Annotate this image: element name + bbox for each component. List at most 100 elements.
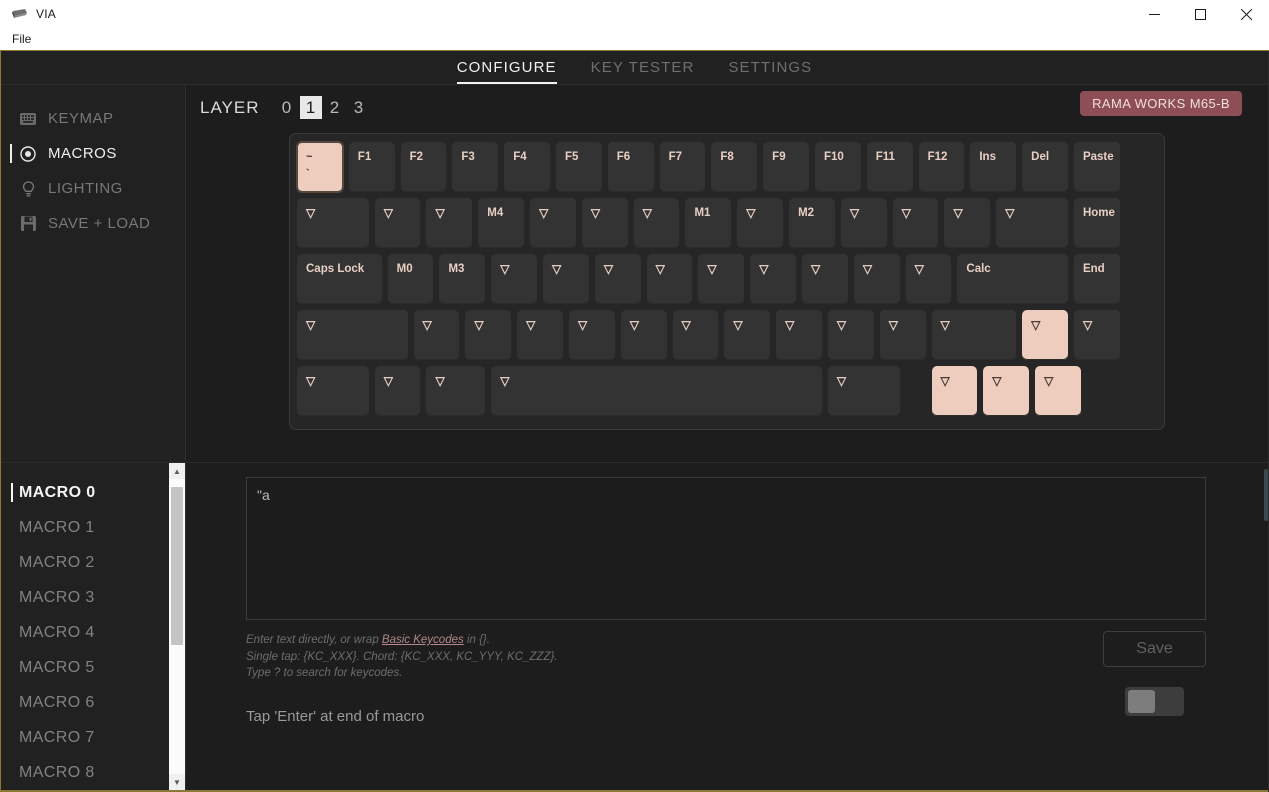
key[interactable]: ▽ xyxy=(853,254,900,304)
layer-button-3[interactable]: 3 xyxy=(348,96,370,119)
key[interactable]: ▽ xyxy=(840,198,887,248)
key[interactable]: ▽ xyxy=(1073,310,1120,360)
key[interactable]: ▽ xyxy=(646,254,693,304)
key[interactable]: ▽ xyxy=(892,198,939,248)
key[interactable]: M4 xyxy=(478,198,525,248)
key[interactable]: F2 xyxy=(400,142,447,192)
macro-list-item[interactable]: MACRO 5 xyxy=(1,650,185,685)
macro-list-item[interactable]: MACRO 3 xyxy=(1,580,185,615)
key[interactable]: ▽ xyxy=(827,366,900,416)
key[interactable]: ▽ xyxy=(374,198,421,248)
key[interactable]: ▽ xyxy=(297,198,369,248)
key[interactable]: ▽ xyxy=(530,198,576,248)
key[interactable]: F10 xyxy=(814,142,861,192)
key[interactable]: M2 xyxy=(789,198,835,248)
key[interactable]: ▽ xyxy=(465,310,512,360)
key[interactable]: ▽ xyxy=(672,310,719,360)
key[interactable]: ▽ xyxy=(750,254,797,304)
minimize-button[interactable] xyxy=(1131,0,1177,28)
macro-list-item[interactable]: MACRO 0 xyxy=(1,475,185,510)
key[interactable]: ▽ xyxy=(426,198,473,248)
macro-list-item[interactable]: MACRO 7 xyxy=(1,720,185,755)
tab-key-tester[interactable]: KEY TESTER xyxy=(591,59,695,84)
key[interactable]: ▽ xyxy=(543,254,589,304)
key[interactable]: Calc xyxy=(957,254,1068,304)
macro-list-item[interactable]: MACRO 8 xyxy=(1,755,185,790)
key[interactable]: ▽ xyxy=(491,254,538,304)
key[interactable]: ▽ xyxy=(944,198,991,248)
basic-keycodes-link[interactable]: Basic Keycodes xyxy=(382,634,464,646)
key[interactable]: F5 xyxy=(555,142,602,192)
key[interactable]: ▽ xyxy=(1035,366,1081,416)
layer-button-0[interactable]: 0 xyxy=(276,96,298,119)
maximize-button[interactable] xyxy=(1177,0,1223,28)
macro-scroll-thumb[interactable] xyxy=(171,487,183,645)
key[interactable]: ▽ xyxy=(594,254,641,304)
key[interactable]: Ins xyxy=(970,142,1017,192)
key[interactable]: ▽ xyxy=(879,310,926,360)
key[interactable]: ▽ xyxy=(802,254,848,304)
key[interactable]: ▽ xyxy=(905,254,952,304)
key[interactable]: ▽ xyxy=(1022,310,1068,360)
key[interactable]: ~ ` xyxy=(296,141,344,193)
enter-at-end-toggle[interactable] xyxy=(1125,687,1184,716)
sidebar-item-save-load[interactable]: SAVE + LOAD xyxy=(1,206,185,241)
key[interactable]: ▽ xyxy=(698,254,745,304)
key[interactable]: ▽ xyxy=(620,310,667,360)
macro-scroll-track[interactable] xyxy=(169,479,185,774)
macro-list-scrollbar[interactable]: ▲ ▼ xyxy=(169,463,185,790)
key[interactable]: F6 xyxy=(607,142,654,192)
macro-list-item[interactable]: MACRO 6 xyxy=(1,685,185,720)
key[interactable]: M0 xyxy=(387,254,434,304)
sidebar-item-keymap[interactable]: KEYMAP xyxy=(1,101,185,136)
macro-list-item[interactable]: MACRO 1 xyxy=(1,510,185,545)
key[interactable]: ▽ xyxy=(724,310,771,360)
key[interactable]: ▽ xyxy=(491,366,822,416)
key[interactable]: M1 xyxy=(685,198,732,248)
scroll-up-arrow-icon[interactable]: ▲ xyxy=(169,463,185,479)
key[interactable]: Del xyxy=(1022,142,1068,192)
key[interactable]: ▽ xyxy=(633,198,680,248)
key[interactable]: ▽ xyxy=(374,366,421,416)
key[interactable]: M3 xyxy=(439,254,486,304)
key[interactable]: F9 xyxy=(763,142,809,192)
key[interactable]: ▽ xyxy=(581,198,628,248)
key[interactable]: ▽ xyxy=(413,310,460,360)
key[interactable]: F12 xyxy=(918,142,965,192)
key[interactable]: ▽ xyxy=(297,366,369,416)
content-scrollbar[interactable] xyxy=(1263,119,1268,521)
key[interactable]: ▽ xyxy=(827,310,874,360)
macro-list-item[interactable]: MACRO 2 xyxy=(1,545,185,580)
key[interactable]: ▽ xyxy=(776,310,822,360)
key[interactable]: ▽ xyxy=(517,310,563,360)
scroll-down-arrow-icon[interactable]: ▼ xyxy=(169,774,185,790)
layer-button-2[interactable]: 2 xyxy=(324,96,346,119)
sidebar-item-macros[interactable]: MACROS xyxy=(1,136,185,171)
key[interactable]: F1 xyxy=(348,142,395,192)
key[interactable]: ▽ xyxy=(297,310,408,360)
tab-configure[interactable]: CONFIGURE xyxy=(456,59,557,84)
key[interactable]: ▽ xyxy=(737,198,784,248)
key[interactable]: ▽ xyxy=(983,366,1030,416)
layer-button-1[interactable]: 1 xyxy=(299,96,322,119)
key[interactable]: ▽ xyxy=(931,310,1017,360)
macro-list-item[interactable]: MACRO 4 xyxy=(1,615,185,650)
menu-item-file[interactable]: File xyxy=(4,30,39,48)
key[interactable]: Paste xyxy=(1073,142,1120,192)
key[interactable]: F8 xyxy=(711,142,758,192)
sidebar-item-lighting[interactable]: LIGHTING xyxy=(1,171,185,206)
tab-settings[interactable]: SETTINGS xyxy=(728,59,812,84)
key[interactable]: F7 xyxy=(659,142,706,192)
key[interactable]: Home xyxy=(1073,198,1120,248)
key[interactable]: F11 xyxy=(866,142,913,192)
key[interactable]: End xyxy=(1073,254,1120,304)
close-button[interactable] xyxy=(1223,0,1269,28)
key[interactable]: ▽ xyxy=(568,310,615,360)
key[interactable]: ▽ xyxy=(426,366,486,416)
key[interactable]: F4 xyxy=(504,142,550,192)
key[interactable]: ▽ xyxy=(996,198,1068,248)
key[interactable]: ▽ xyxy=(931,366,978,416)
macro-text-input[interactable] xyxy=(246,477,1206,620)
key[interactable]: Caps Lock xyxy=(297,254,382,304)
save-button[interactable]: Save xyxy=(1103,631,1206,667)
